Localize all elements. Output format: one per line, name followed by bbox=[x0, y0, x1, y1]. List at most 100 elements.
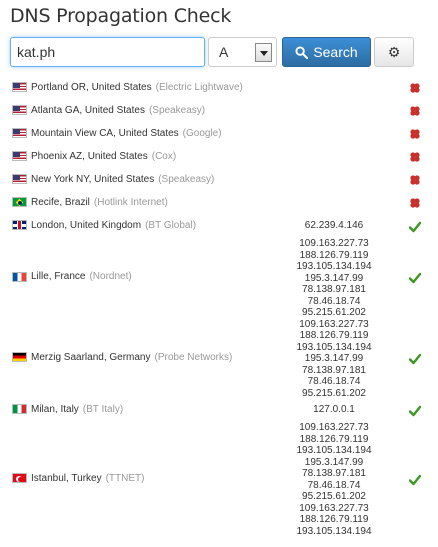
result-location: Recife, Brazil (Hotlink Internet) bbox=[12, 197, 168, 208]
location-name: Milan, Italy bbox=[31, 403, 79, 415]
ip-list: 109.163.227.73 188.126.79.119 193.105.134.… bbox=[266, 319, 402, 400]
record-type-select[interactable]: A bbox=[208, 37, 277, 67]
ip-address: 188.126.79.119 bbox=[299, 330, 369, 341]
ip-list: 109.163.227.73 188.126.79.119 193.105.134.… bbox=[266, 238, 402, 319]
failure-icon bbox=[409, 151, 421, 163]
location-name: Recife, Brazil bbox=[31, 196, 90, 208]
domain-input[interactable] bbox=[10, 37, 205, 67]
location-name: Lille, France bbox=[31, 271, 86, 283]
ip-address: 62.239.4.146 bbox=[304, 219, 364, 231]
ip-address: 127.0.0.1 bbox=[313, 403, 355, 415]
search-icon bbox=[295, 45, 309, 59]
result-row: London, United Kingdom (BT Global) 62.239.… bbox=[0, 215, 438, 238]
ip-address: 193.105.134.194 bbox=[296, 261, 372, 272]
result-location: Milan, Italy (BT Italy) bbox=[12, 404, 123, 415]
provider-name: (Hotlink Internet) bbox=[93, 196, 168, 208]
ip-address: 195.3.147.99 bbox=[304, 456, 364, 468]
result-row: Mountain View CA, United States (Google) bbox=[0, 123, 438, 146]
result-location: Istanbul, Turkey (TTNET) bbox=[12, 473, 144, 484]
ip-list: 127.0.0.1 bbox=[266, 404, 402, 416]
failure-icon bbox=[409, 197, 421, 209]
us-flag-icon bbox=[12, 174, 27, 184]
result-row: Atlanta GA, United States (Speakeasy) bbox=[0, 100, 438, 123]
provider-name: (Google) bbox=[182, 127, 222, 139]
checkmark-icon bbox=[408, 352, 422, 364]
result-row: Recife, Brazil (Hotlink Internet) bbox=[0, 192, 438, 215]
ip-list: 109.163.227.73 188.126.79.119 193.105.134.… bbox=[266, 422, 402, 537]
provider-name: (Cox) bbox=[151, 150, 177, 162]
failure-icon bbox=[409, 174, 421, 186]
ip-address: 195.3.147.99 bbox=[304, 353, 364, 364]
result-location: Phoenix AZ, United States (Cox) bbox=[12, 151, 176, 162]
chevron-down-icon[interactable] bbox=[255, 43, 272, 62]
ip-list: 62.239.4.146 bbox=[266, 220, 402, 232]
result-row: Milan, Italy (BT Italy) 127.0.0.1 bbox=[0, 399, 438, 422]
ip-address: 78.138.97.181 bbox=[302, 468, 366, 479]
ip-address: 78.46.18.74 bbox=[307, 295, 361, 307]
ip-address: 95.215.61.202 bbox=[302, 307, 366, 318]
location-name: Merzig Saarland, Germany bbox=[31, 351, 151, 363]
ip-address: 193.105.134.194 bbox=[296, 341, 372, 353]
provider-name: (Probe Networks) bbox=[154, 351, 233, 363]
ip-address: 78.46.18.74 bbox=[307, 479, 361, 491]
settings-button[interactable]: ⚙ bbox=[374, 37, 414, 67]
ip-address: 193.105.134.194 bbox=[296, 445, 372, 456]
ip-address: 109.163.227.73 bbox=[299, 422, 369, 433]
failure-icon bbox=[409, 82, 421, 94]
location-name: Atlanta GA, United States bbox=[31, 104, 145, 116]
result-location: Mountain View CA, United States (Google) bbox=[12, 128, 222, 139]
checkmark-icon bbox=[408, 473, 422, 485]
ip-address: 95.215.61.202 bbox=[302, 387, 366, 399]
ip-address: 78.138.97.181 bbox=[302, 284, 366, 295]
result-location: Atlanta GA, United States (Speakeasy) bbox=[12, 105, 205, 116]
gear-icon: ⚙ bbox=[387, 44, 401, 60]
ip-address: 109.163.227.73 bbox=[299, 238, 369, 249]
gb-flag-icon bbox=[12, 220, 27, 230]
br-flag-icon bbox=[12, 197, 27, 207]
tr-flag-icon bbox=[12, 473, 27, 483]
location-name: Istanbul, Turkey bbox=[31, 472, 102, 484]
checkmark-icon bbox=[408, 220, 422, 232]
ip-address: 109.163.227.73 bbox=[299, 502, 369, 514]
result-row: Phoenix AZ, United States (Cox) bbox=[0, 146, 438, 169]
location-name: New York NY, United States bbox=[31, 173, 155, 185]
page-title: DNS Propagation Check bbox=[10, 5, 232, 27]
provider-name: (Electric Lightwave) bbox=[155, 81, 243, 93]
result-location: Merzig Saarland, Germany (Probe Networks) bbox=[12, 352, 232, 363]
result-location: London, United Kingdom (BT Global) bbox=[12, 220, 196, 231]
search-button-label: Search bbox=[313, 44, 358, 60]
failure-icon bbox=[409, 105, 421, 117]
ip-address: 188.126.79.119 bbox=[299, 433, 369, 445]
checkmark-icon bbox=[408, 404, 422, 416]
it-flag-icon bbox=[12, 404, 27, 414]
failure-icon bbox=[409, 128, 421, 140]
provider-name: (TTNET) bbox=[105, 472, 145, 484]
ip-address: 188.126.79.119 bbox=[299, 249, 369, 261]
location-name: Portland OR, United States bbox=[31, 81, 152, 93]
location-name: Phoenix AZ, United States bbox=[31, 150, 148, 162]
provider-name: (BT Global) bbox=[145, 219, 197, 231]
result-row: Istanbul, Turkey (TTNET) 109.163.227.73 188… bbox=[0, 422, 438, 537]
result-row: New York NY, United States (Speakeasy) bbox=[0, 169, 438, 192]
result-row: Portland OR, United States (Electric Ligh… bbox=[0, 77, 438, 100]
ip-address: 109.163.227.73 bbox=[299, 318, 369, 330]
result-location: Portland OR, United States (Electric Ligh… bbox=[12, 82, 243, 93]
ip-address: 195.3.147.99 bbox=[304, 272, 364, 284]
fr-flag-icon bbox=[12, 271, 27, 282]
ip-address: 95.215.61.202 bbox=[302, 491, 366, 502]
search-button[interactable]: Search bbox=[282, 37, 371, 67]
location-name: London, United Kingdom bbox=[31, 219, 142, 231]
result-location: New York NY, United States (Speakeasy) bbox=[12, 174, 214, 185]
provider-name: (Speakeasy) bbox=[148, 104, 206, 116]
ip-address: 78.138.97.181 bbox=[302, 364, 366, 376]
provider-name: (BT Italy) bbox=[82, 403, 124, 415]
provider-name: (Speakeasy) bbox=[158, 173, 215, 185]
provider-name: (Nordnet) bbox=[89, 271, 132, 283]
record-type-value: A bbox=[219, 44, 229, 60]
result-row: Lille, France (Nordnet) 109.163.227.73 188.… bbox=[0, 238, 438, 319]
us-flag-icon bbox=[12, 128, 27, 138]
ip-address: 188.126.79.119 bbox=[299, 514, 369, 525]
result-row: Merzig Saarland, Germany (Probe Networks)… bbox=[0, 319, 438, 400]
ip-address: 78.46.18.74 bbox=[307, 376, 361, 387]
result-location: Lille, France (Nordnet) bbox=[12, 271, 132, 282]
